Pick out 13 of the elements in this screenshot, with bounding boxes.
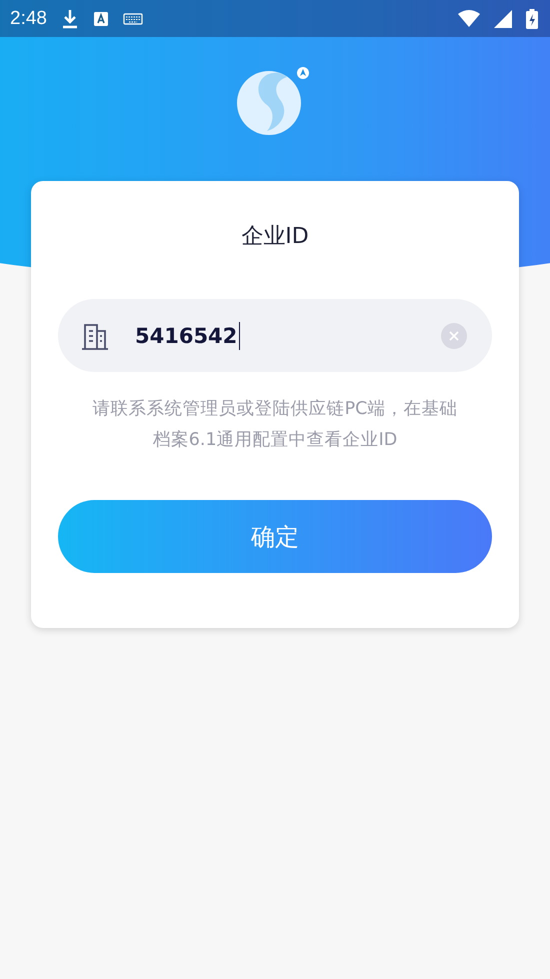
signal-icon — [494, 10, 512, 28]
keyboard-letter-icon — [92, 10, 109, 26]
download-icon — [60, 8, 79, 28]
hint-text: 请联系系统管理员或登陆供应链PC端，在基础档案6.1通用配置中查看企业ID — [92, 398, 458, 452]
building-icon — [81, 322, 109, 350]
keyboard-icon — [122, 12, 143, 24]
enterprise-id-field[interactable]: 5416542 — [58, 299, 492, 372]
clear-icon[interactable] — [441, 322, 467, 348]
status-time: 2:48 — [10, 8, 47, 30]
card-title: 企业ID — [241, 223, 309, 251]
wifi-icon — [458, 10, 480, 27]
field-value: 5416542 — [135, 324, 238, 348]
battery-icon — [526, 8, 538, 28]
